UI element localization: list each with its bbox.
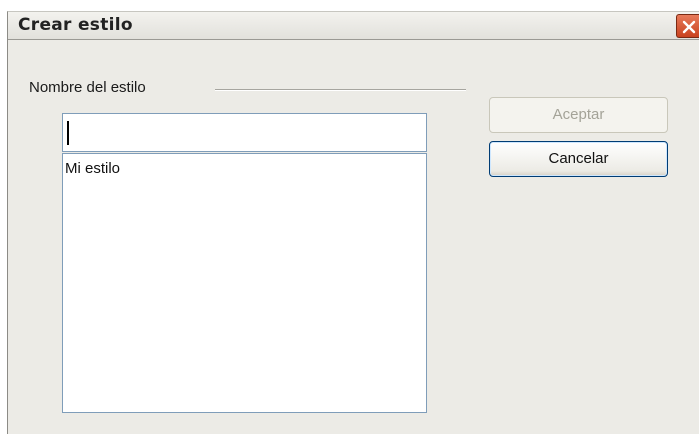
style-name-group-label: Nombre del estilo bbox=[29, 79, 146, 96]
cancel-button[interactable]: Cancelar bbox=[489, 141, 668, 177]
style-list[interactable]: Mi estilo bbox=[62, 153, 427, 413]
style-name-input[interactable] bbox=[62, 113, 427, 152]
dialog-title: Crear estilo bbox=[18, 15, 133, 35]
close-button[interactable] bbox=[676, 14, 699, 38]
title-bar[interactable]: Crear estilo bbox=[8, 12, 699, 40]
group-divider bbox=[215, 89, 466, 91]
close-icon bbox=[682, 20, 696, 34]
list-item[interactable]: Mi estilo bbox=[65, 160, 120, 177]
text-caret bbox=[67, 121, 69, 145]
accept-button[interactable]: Aceptar bbox=[489, 97, 668, 133]
